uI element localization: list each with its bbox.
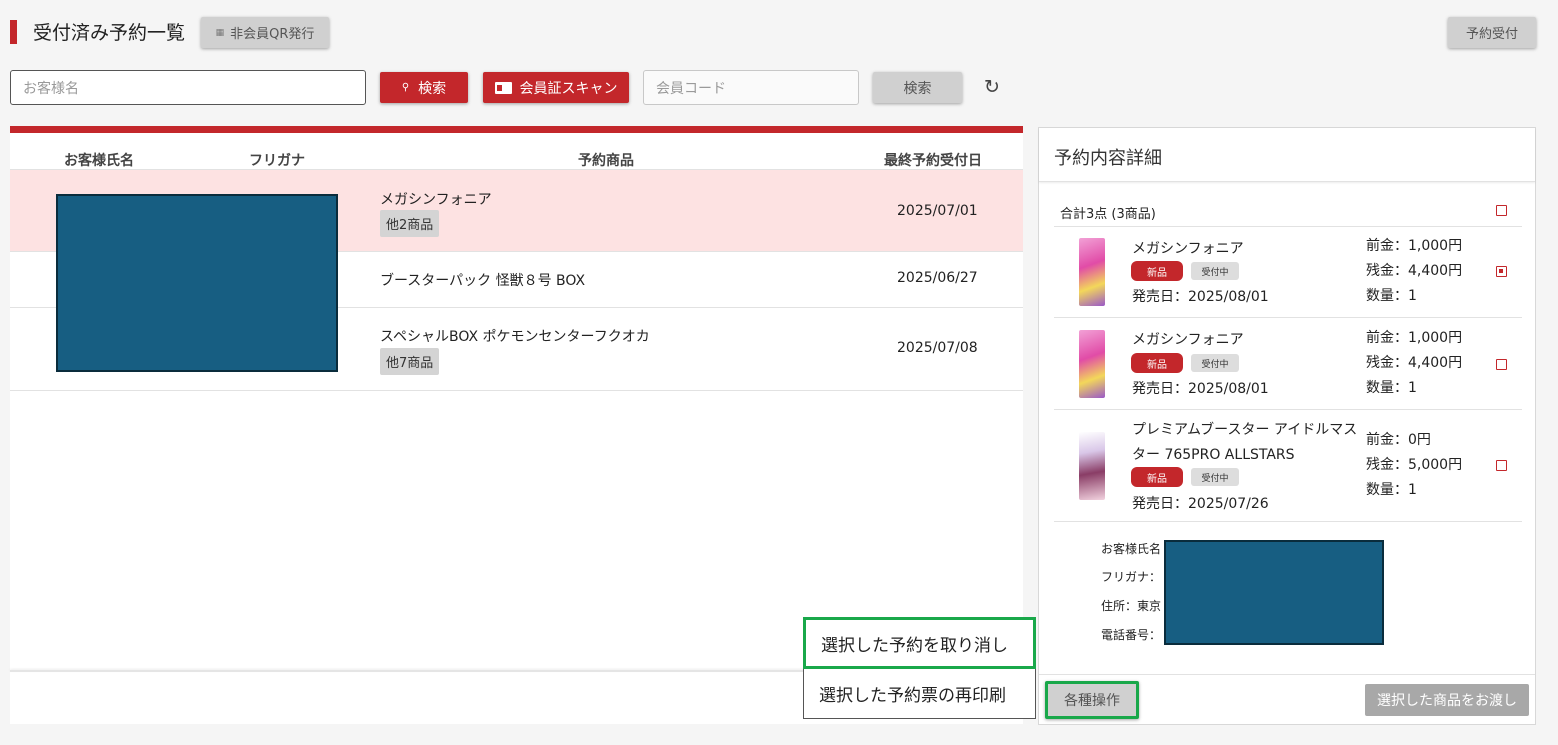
item-release-date: 発売日：2025/08/01 <box>1132 381 1269 397</box>
item-deposit: 前金：1,000円 <box>1366 238 1463 254</box>
detail-summary-text: 合計3点 (3商品) <box>1060 207 1156 222</box>
detail-panel-title: 予約内容詳細 <box>1054 148 1162 169</box>
select-all-checkbox[interactable] <box>1496 205 1507 216</box>
member-code-input[interactable]: 会員コード <box>643 70 859 105</box>
detail-item: メガシンフォニア 新品 受付中 発売日：2025/08/01 前金：1,000円… <box>1054 318 1522 410</box>
col-header-product: 予約商品 <box>578 153 634 169</box>
item-quantity: 数量：1 <box>1366 380 1417 396</box>
row-date: 2025/07/08 <box>897 340 978 356</box>
item-name: メガシンフォニア <box>1132 241 1244 257</box>
product-thumbnail <box>1079 238 1105 306</box>
menu-item-reprint-label: 選択した予約票の再印刷 <box>819 685 1006 706</box>
product-thumbnail <box>1079 432 1105 500</box>
menu-item-reprint-ticket[interactable]: 選択した予約票の再印刷 <box>804 668 1035 718</box>
item-deposit: 前金：0円 <box>1366 432 1431 448</box>
search-button[interactable]: ⚲ 検索 <box>380 72 468 103</box>
member-code-placeholder: 会員コード <box>656 80 726 97</box>
member-code-search-label: 検索 <box>903 80 932 97</box>
row-product-name: ブースターパック 怪獣８号 BOX <box>380 273 586 289</box>
title-accent-bar <box>10 20 17 44</box>
row-product-name: メガシンフォニア <box>380 192 492 208</box>
product-thumbnail <box>1079 330 1105 398</box>
item-name-continued: ター 765PRO ALLSTARS <box>1132 447 1295 463</box>
badge-status: 受付中 <box>1191 354 1239 372</box>
badge-status: 受付中 <box>1191 468 1239 486</box>
reserve-button[interactable]: 予約受付 <box>1448 17 1536 48</box>
reservation-detail-panel: 予約内容詳細 合計3点 (3商品) メガシンフォニア 新品 受付中 発売日：20… <box>1038 127 1536 725</box>
operations-menu-button[interactable]: 各種操作 <box>1045 681 1139 719</box>
item-balance: 残金：4,400円 <box>1366 355 1463 371</box>
badge-new: 新品 <box>1131 353 1183 373</box>
detail-item: プレミアムブースター アイドルマス ター 765PRO ALLSTARS 新品 … <box>1054 410 1522 522</box>
customer-name-input[interactable]: お客様名 <box>10 70 366 105</box>
menu-item-cancel-label: 選択した予約を取り消し <box>821 635 1008 656</box>
badge-status: 受付中 <box>1191 262 1239 280</box>
detail-item: メガシンフォニア 新品 受付中 発売日：2025/08/01 前金：1,000円… <box>1054 227 1522 318</box>
item-quantity: 数量：1 <box>1366 482 1417 498</box>
item-release-date: 発売日：2025/07/26 <box>1132 496 1269 512</box>
customer-phone-label: 電話番号： <box>1101 628 1162 642</box>
panel-footer-divider <box>1039 674 1535 675</box>
non-member-qr-button[interactable]: ▦ 非会員QR発行 <box>201 17 329 48</box>
operations-dropdown-menu: 選択した予約を取り消し 選択した予約票の再印刷 <box>803 617 1036 719</box>
row-product-name: スペシャルBOX ポケモンセンターフクオカ <box>380 329 650 345</box>
refresh-icon[interactable]: ↻ <box>984 76 1000 98</box>
id-card-icon <box>494 81 512 94</box>
item-checkbox[interactable] <box>1496 460 1507 471</box>
item-checkbox[interactable] <box>1496 266 1507 277</box>
row-extra-items-tag: 他2商品 <box>380 210 440 237</box>
member-card-scan-button[interactable]: 会員証スキャン <box>483 72 629 103</box>
row-date: 2025/07/01 <box>897 203 978 219</box>
row-extra-items-tag: 他7商品 <box>380 348 440 375</box>
customer-name-placeholder: お客様名 <box>23 80 79 97</box>
item-name: メガシンフォニア <box>1132 332 1244 348</box>
reserve-button-label: 予約受付 <box>1465 27 1518 42</box>
search-button-label: 検索 <box>418 80 447 97</box>
badge-new: 新品 <box>1131 261 1183 281</box>
item-release-date: 発売日：2025/08/01 <box>1132 289 1269 305</box>
redacted-customer-details <box>1164 540 1384 645</box>
item-checkbox[interactable] <box>1496 359 1507 370</box>
non-member-qr-label: 非会員QR発行 <box>230 27 315 42</box>
member-code-search-button[interactable]: 検索 <box>873 72 962 103</box>
hand-over-selected-label: 選択した商品をお渡し <box>1377 693 1517 709</box>
redacted-customer-info <box>56 194 338 372</box>
detail-summary-row: 合計3点 (3商品) <box>1054 189 1522 227</box>
member-card-scan-label: 会員証スキャン <box>519 80 618 97</box>
customer-address-label: 住所：東京 <box>1101 599 1162 613</box>
row-date: 2025/06/27 <box>897 270 978 286</box>
operations-menu-label: 各種操作 <box>1064 693 1120 709</box>
qr-icon: ▦ <box>215 27 225 38</box>
hand-over-selected-button[interactable]: 選択した商品をお渡し <box>1365 684 1529 716</box>
menu-item-cancel-reservation[interactable]: 選択した予約を取り消し <box>803 617 1036 669</box>
item-balance: 残金：4,400円 <box>1366 263 1463 279</box>
detail-panel-header: 予約内容詳細 <box>1039 128 1535 182</box>
page-title: 受付済み予約一覧 <box>33 22 186 44</box>
col-header-customer-name: お客様氏名 <box>64 153 134 169</box>
item-balance: 残金：5,000円 <box>1366 457 1463 473</box>
col-header-furigana: フリガナ <box>249 153 305 169</box>
search-icon: ⚲ <box>401 82 410 93</box>
badge-new: 新品 <box>1131 467 1183 487</box>
col-header-last-date: 最終予約受付日 <box>884 153 982 169</box>
item-quantity: 数量：1 <box>1366 288 1417 304</box>
customer-name-label: お客様氏名 <box>1101 542 1162 556</box>
customer-kana-label: フリガナ： <box>1101 570 1162 584</box>
item-name: プレミアムブースター アイドルマス <box>1132 422 1358 438</box>
item-deposit: 前金：1,000円 <box>1366 330 1463 346</box>
